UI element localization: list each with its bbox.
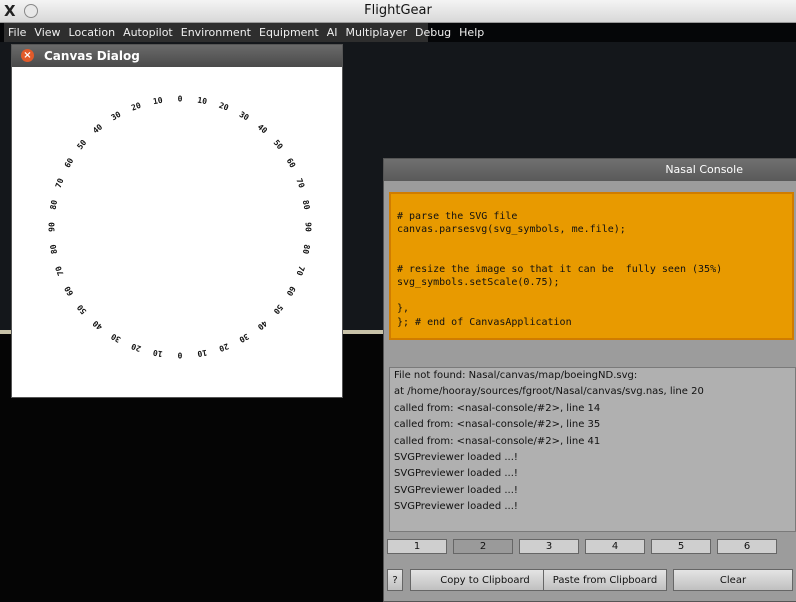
compass-label: 50 <box>271 303 284 316</box>
compass-label: 60 <box>285 285 298 298</box>
compass-label: 70 <box>54 265 66 277</box>
compass-label: 70 <box>294 177 306 189</box>
tab-3[interactable]: 3 <box>519 539 579 554</box>
window-titlebar: X FlightGear <box>0 0 796 23</box>
compass-rose: 0 10 2030405060708090807060504030201001020… <box>48 95 313 360</box>
menu-environment[interactable]: Environment <box>177 23 255 42</box>
compass-label: 50 <box>272 138 285 151</box>
tab-6[interactable]: 6 <box>717 539 777 554</box>
canvas-dialog-header[interactable]: × Canvas Dialog <box>12 45 342 67</box>
compass-label: 30 <box>110 110 123 123</box>
compass-label: 90 <box>304 222 313 232</box>
console-line: File not found: Nasal/canvas/map/boeingN… <box>394 370 638 381</box>
compass-label: 40 <box>256 319 269 332</box>
code-editor[interactable]: # parse the SVG file canvas.parsesvg(svg… <box>389 192 794 340</box>
console-line: at /home/hooray/sources/fgroot/Nasal/can… <box>394 386 704 398</box>
menu-location[interactable]: Location <box>65 23 120 42</box>
compass-label: 50 <box>75 138 88 151</box>
compass-label: 90 <box>48 222 57 232</box>
console-line: called from: <nasal-console/#2>, line 14 <box>394 402 601 414</box>
help-button[interactable]: ? <box>387 569 403 591</box>
tab-1[interactable]: 1 <box>387 539 447 554</box>
console-line: called from: <nasal-console/#2>, line 41 <box>394 435 601 447</box>
compass-label: 80 <box>49 243 60 254</box>
console-line: SVGPreviewer loaded ...! <box>394 501 518 513</box>
compass-label: 40 <box>91 122 104 135</box>
clear-button[interactable]: Clear <box>673 569 793 591</box>
compass-label: 20 <box>130 341 142 353</box>
menu-view[interactable]: View <box>30 23 64 42</box>
compass-label: 50 <box>75 303 88 316</box>
paste-from-clipboard-button[interactable]: Paste from Clipboard <box>543 569 667 591</box>
compass-label: 40 <box>256 122 269 135</box>
canvas-dialog: × Canvas Dialog 0 10 20 30 40 50 60 70 80 90 80 70 6… <box>11 44 343 398</box>
menu-equipment[interactable]: Equipment <box>255 23 323 42</box>
compass-label: 30 <box>238 110 251 123</box>
nasal-console: Nasal Console # parse the SVG file canva… <box>383 158 796 602</box>
compass-label: 10 <box>152 348 163 359</box>
console-line: called from: <nasal-console/#2>, line 35 <box>394 419 601 431</box>
compass-label: 30 <box>237 332 250 345</box>
nasal-console-title: Nasal Console <box>665 163 743 176</box>
compass-label: 60 <box>63 156 76 169</box>
compass-label: 10 <box>196 348 207 359</box>
menu-help[interactable]: Help <box>455 23 488 42</box>
compass-label: 10 <box>152 96 163 107</box>
canvas-dialog-title: Canvas Dialog <box>44 49 140 63</box>
compass-label: 60 <box>285 157 298 170</box>
buffer-tabs: 123456 <box>387 539 796 554</box>
compass-label: 40 <box>91 318 104 331</box>
compass-label: 0 <box>178 95 183 104</box>
copy-to-clipboard-button[interactable]: Copy to Clipboard <box>410 569 560 591</box>
compass-label: 10 <box>197 96 208 107</box>
menu-bar: File View Location Autopilot Environment… <box>4 23 484 42</box>
menu-ai[interactable]: AI <box>323 23 342 42</box>
compass-label: 80 <box>301 199 312 210</box>
console-line: SVGPreviewer loaded ...! <box>394 484 518 496</box>
compass-label: 20 <box>130 101 142 113</box>
menu-autopilot[interactable]: Autopilot <box>119 23 177 42</box>
compass-label: 80 <box>301 244 312 255</box>
compass-label: 30 <box>109 332 122 345</box>
tab-4[interactable]: 4 <box>585 539 645 554</box>
console-output[interactable]: File not found: Nasal/canvas/map/boeingN… <box>389 367 796 532</box>
menu-file[interactable]: File <box>4 23 30 42</box>
menu-multiplayer[interactable]: Multiplayer <box>342 23 411 42</box>
console-line: SVGPreviewer loaded ...! <box>394 468 518 480</box>
window-title: FlightGear <box>364 3 432 18</box>
compass-label: 20 <box>218 341 230 353</box>
compass-label: 20 <box>218 101 230 113</box>
compass-label: 80 <box>49 199 60 210</box>
tab-2[interactable]: 2 <box>453 539 513 554</box>
tab-5[interactable]: 5 <box>651 539 711 554</box>
compass-label: 60 <box>63 284 76 297</box>
menu-debug[interactable]: Debug <box>411 23 455 42</box>
close-icon[interactable]: × <box>21 49 34 62</box>
compass-label: 70 <box>54 177 66 189</box>
compass-label: 0 <box>177 351 182 360</box>
compass-label: 70 <box>294 265 306 277</box>
code-text[interactable]: # parse the SVG file canvas.parsesvg(svg… <box>391 194 792 329</box>
nasal-console-header[interactable]: Nasal Console <box>384 159 796 181</box>
console-line: SVGPreviewer loaded ...! <box>394 452 518 464</box>
